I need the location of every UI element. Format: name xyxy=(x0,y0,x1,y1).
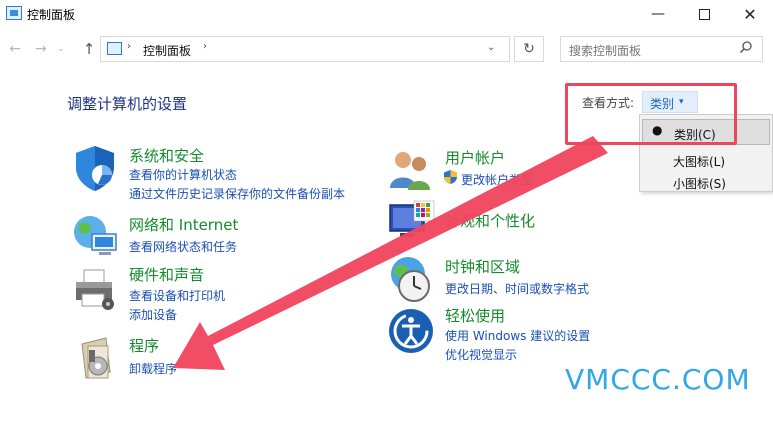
link-use-recommended-settings[interactable]: 使用 Windows 建议的设置 xyxy=(445,327,590,344)
chevron-down-icon: ⌄ xyxy=(57,44,65,54)
category-title-clock-region[interactable]: 时钟和区域 xyxy=(445,256,520,277)
close-icon: ✕ xyxy=(743,4,757,24)
category-title-network-internet[interactable]: 网络和 Internet xyxy=(129,214,238,235)
watermark: VMCCC.COM xyxy=(565,363,751,396)
link-optimize-visual-display[interactable]: 优化视觉显示 xyxy=(445,346,517,363)
category-title-system-security[interactable]: 系统和安全 xyxy=(129,145,204,166)
up-arrow-icon: ↑ xyxy=(82,40,96,58)
link-change-account-type[interactable]: 更改帐户类型 xyxy=(461,171,533,188)
control-panel-icon xyxy=(6,6,22,20)
menu-item-label: 大图标(L) xyxy=(673,155,726,169)
breadcrumb-control-panel[interactable]: 控制面板 xyxy=(143,42,191,59)
page-title: 调整计算机的设置 xyxy=(67,95,188,113)
refresh-icon: ↻ xyxy=(523,41,535,57)
highlight-annotation-box xyxy=(565,83,737,145)
up-button[interactable]: ↑ xyxy=(78,38,100,60)
address-dropdown-icon[interactable]: ⌄ xyxy=(487,42,495,53)
forward-button[interactable]: → xyxy=(30,38,52,60)
back-button[interactable]: ← xyxy=(4,38,26,60)
search-input[interactable]: 搜索控制面板 xyxy=(560,36,763,62)
title-bar: 控制面板 — ✕ xyxy=(0,0,773,28)
menu-item-label: 小图标(S) xyxy=(673,177,726,191)
link-uninstall-program[interactable]: 卸载程序 xyxy=(129,360,177,377)
link-devices-printers[interactable]: 查看设备和打印机 xyxy=(129,287,225,304)
search-icon[interactable] xyxy=(739,40,753,54)
recent-locations-button[interactable]: ⌄ xyxy=(54,38,68,60)
menu-item-small-icons[interactable]: 小图标(S) xyxy=(640,171,772,193)
control-panel-icon xyxy=(107,42,122,55)
forward-arrow-icon: → xyxy=(35,41,47,57)
search-placeholder: 搜索控制面板 xyxy=(569,44,642,58)
category-title-hardware-sound[interactable]: 硬件和声音 xyxy=(129,264,204,285)
ease-of-access-icon[interactable] xyxy=(386,306,436,356)
category-title-appearance[interactable]: 外观和个性化 xyxy=(445,210,535,231)
menu-item-large-icons[interactable]: 大图标(L) xyxy=(640,149,772,171)
breadcrumb-separator-icon[interactable]: › xyxy=(127,41,131,52)
minimize-button[interactable]: — xyxy=(635,0,681,28)
link-add-device[interactable]: 添加设备 xyxy=(129,306,177,323)
users-icon[interactable] xyxy=(386,144,436,194)
minimize-icon: — xyxy=(651,6,665,22)
network-globe-icon[interactable] xyxy=(70,210,120,260)
maximize-button[interactable] xyxy=(681,0,727,28)
refresh-button[interactable]: ↻ xyxy=(514,36,544,62)
close-button[interactable]: ✕ xyxy=(727,0,773,28)
back-arrow-icon: ← xyxy=(9,41,21,57)
monitor-palette-icon[interactable] xyxy=(386,197,436,247)
programs-disk-icon[interactable] xyxy=(72,334,122,384)
link-change-date-time-format[interactable]: 更改日期、时间或数字格式 xyxy=(445,280,589,297)
category-title-programs[interactable]: 程序 xyxy=(129,335,159,356)
category-title-ease-of-access[interactable]: 轻松使用 xyxy=(445,305,505,326)
window-title: 控制面板 xyxy=(27,8,76,22)
shield-icon[interactable] xyxy=(70,143,120,193)
uac-shield-icon xyxy=(444,170,457,184)
link-file-history-backup[interactable]: 通过文件历史记录保存你的文件备份副本 xyxy=(129,185,345,202)
link-view-computer-status[interactable]: 查看你的计算机状态 xyxy=(129,166,237,183)
link-view-network-status[interactable]: 查看网络状态和任务 xyxy=(129,238,237,255)
clock-globe-icon[interactable] xyxy=(386,254,436,304)
breadcrumb-separator-icon[interactable]: › xyxy=(203,41,207,52)
maximize-icon xyxy=(698,8,710,20)
category-title-user-accounts[interactable]: 用户帐户 xyxy=(445,147,505,168)
address-bar[interactable]: › 控制面板 › ⌄ xyxy=(100,36,510,62)
printer-icon[interactable] xyxy=(70,264,120,314)
